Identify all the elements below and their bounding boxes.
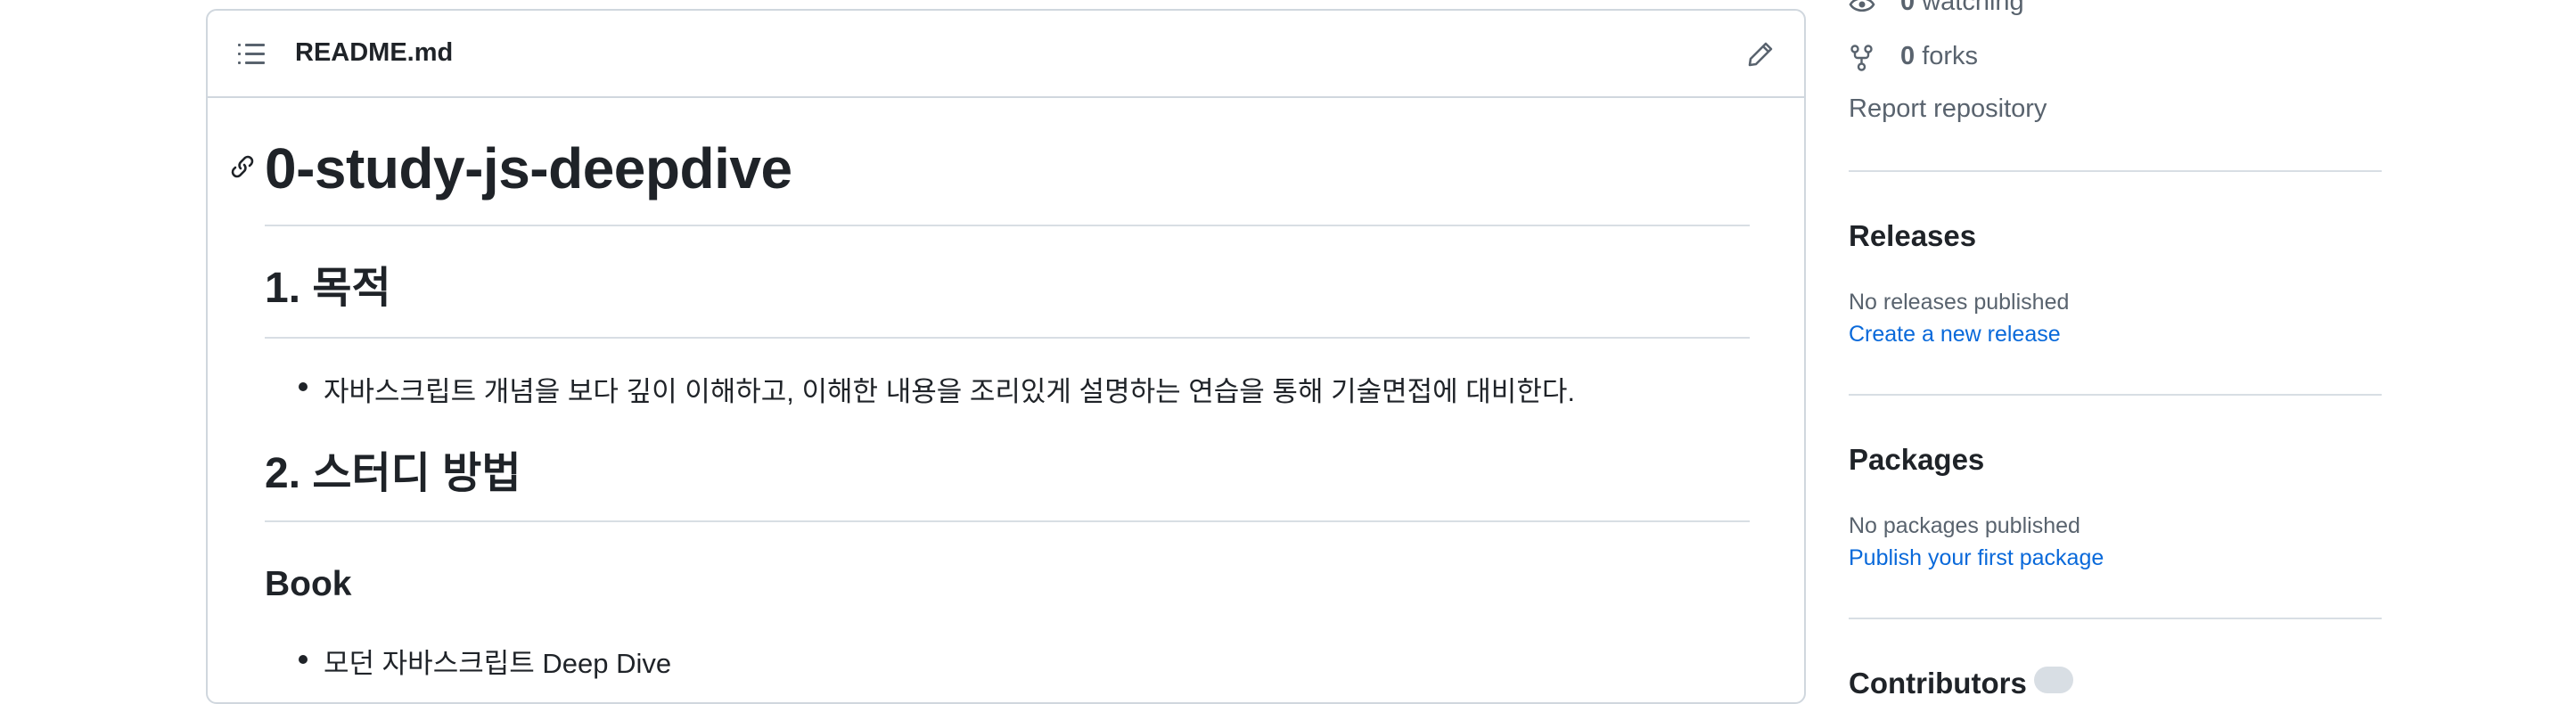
link-anchor-icon[interactable] [229,153,256,180]
eye-icon [1849,0,1875,12]
no-releases-text: No releases published [1849,290,2070,315]
list-item: 자바스크립트 개념을 보다 깊이 이해하고, 이해한 내용을 조리있게 설명하는… [324,376,1575,407]
create-release-link[interactable]: Create a new release [1849,322,2061,348]
releases-title[interactable]: Releases [1849,219,1976,253]
packages-title[interactable]: Packages [1849,443,1984,477]
forks-label: forks [1922,42,1979,70]
section-heading-purpose: 1. 목적 [265,265,391,312]
divider [1849,618,2382,619]
fork-icon [1850,45,1873,71]
pencil-edit-icon[interactable] [1746,40,1775,69]
readme-header: README.md [208,11,1804,98]
subheading-book: Book [265,565,352,603]
contributors-title[interactable]: Contributors [1849,667,2027,700]
list-bullet [299,382,308,391]
readme-content: 0-study-js-deepdive 1. 목적 자바스크립트 개념을 보다 … [208,98,1804,702]
readme-panel: README.md 0-study-js-deepdive 1. 목적 자바스크… [206,9,1806,704]
list-bullet [299,655,308,664]
watching-number: 0 [1900,0,1916,16]
list-item: 모던 자바스크립트 Deep Dive [324,648,672,679]
no-packages-text: No packages published [1849,513,2080,538]
readme-filename: README.md [295,38,454,67]
section-heading-study-method: 2. 스터디 방법 [265,450,521,497]
divider [1849,170,2382,172]
divider [265,337,1750,339]
publish-package-link[interactable]: Publish your first package [1849,545,2104,571]
divider [265,520,1750,522]
readme-heading-title: 0-study-js-deepdive [265,136,792,201]
forks-count[interactable]: 0 forks [1900,42,1978,71]
table-of-contents-icon[interactable] [238,43,265,66]
forks-number: 0 [1900,42,1916,70]
about-sidebar: 0 watching 0 forks Report repository Rel… [1849,0,2383,700]
report-repository-link[interactable]: Report repository [1849,94,2047,124]
contributors-counter [2034,667,2073,693]
divider [1849,394,2382,396]
watching-label: watching [1922,0,2024,16]
divider [265,225,1750,226]
watching-count[interactable]: 0 watching [1900,0,2024,17]
